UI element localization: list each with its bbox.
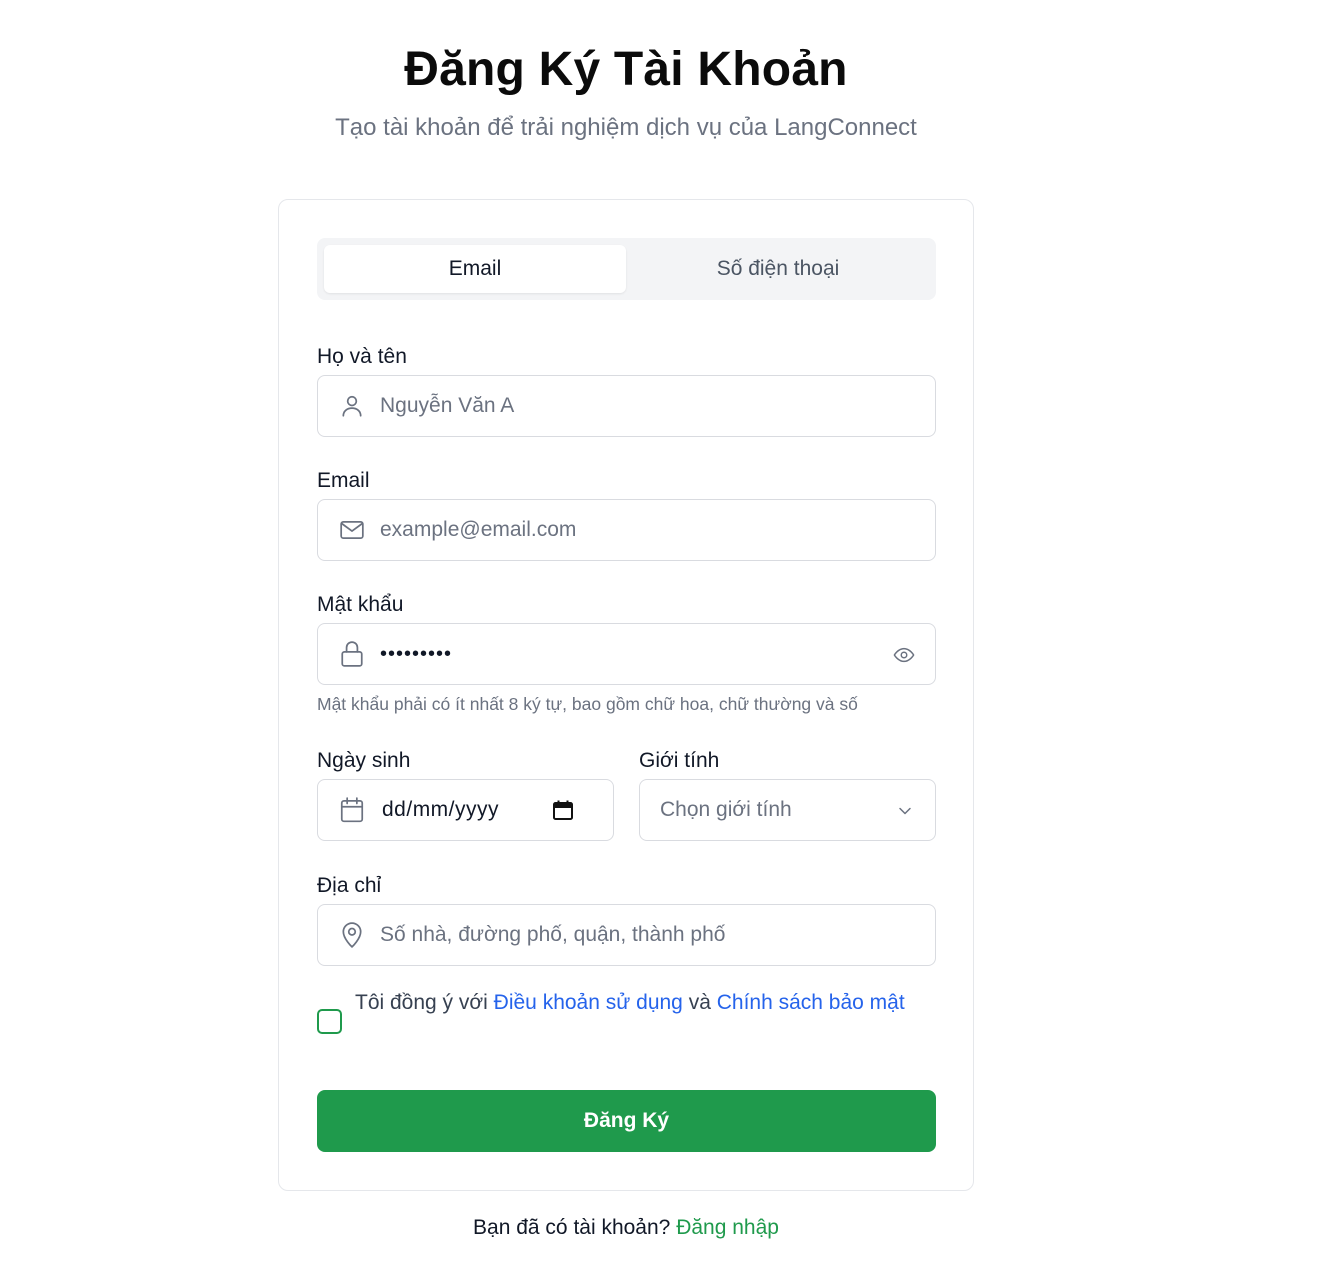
email-label: Email <box>317 469 370 492</box>
eye-icon[interactable] <box>891 642 917 668</box>
password-label: Mật khẩu <box>317 593 404 616</box>
login-prompt-text: Bạn đã có tài khoản? <box>473 1216 677 1239</box>
page-subtitle: Tạo tài khoản để trải nghiệm dịch vụ của… <box>335 114 917 141</box>
login-link[interactable]: Đăng nhập <box>676 1216 779 1239</box>
birthday-label: Ngày sinh <box>317 749 411 772</box>
full-name-input[interactable]: Nguyễn Văn A <box>317 375 936 437</box>
email-placeholder: example@email.com <box>380 518 577 541</box>
gender-label: Giới tính <box>639 749 720 772</box>
birthday-value: dd/mm/yyyy <box>382 798 500 821</box>
terms-of-use-link[interactable]: Điều khoản sử dụng <box>494 991 683 1014</box>
address-input[interactable]: Số nhà, đường phố, quận, thành phố <box>317 904 936 966</box>
mail-icon <box>338 516 366 544</box>
birthday-input[interactable]: dd/mm/yyyy <box>317 779 614 841</box>
signup-method-tabs: Email Số điện thoại <box>317 238 936 300</box>
gender-placeholder: Chọn giới tính <box>660 798 792 821</box>
map-pin-icon <box>338 921 366 949</box>
address-placeholder: Số nhà, đường phố, quận, thành phố <box>380 923 726 946</box>
register-button[interactable]: Đăng Ký <box>317 1090 936 1152</box>
calendar-icon <box>338 796 366 824</box>
terms-checkbox[interactable] <box>317 1009 342 1034</box>
address-label: Địa chỉ <box>317 874 382 897</box>
terms-prefix: Tôi đồng ý với <box>355 991 494 1014</box>
calendar-picker-icon[interactable] <box>553 800 573 820</box>
lock-icon <box>338 640 366 668</box>
chevron-down-icon <box>895 801 915 821</box>
user-icon <box>338 392 366 420</box>
login-prompt: Bạn đã có tài khoản? Đăng nhập <box>0 1216 1252 1240</box>
tab-phone[interactable]: Số điện thoại <box>627 245 929 293</box>
password-input[interactable]: ••••••••• <box>317 623 936 685</box>
password-hint: Mật khẩu phải có ít nhất 8 ký tự, bao gồ… <box>317 694 858 714</box>
terms-middle: và <box>682 991 717 1014</box>
gender-select[interactable]: Chọn giới tính <box>639 779 936 841</box>
full-name-label: Họ và tên <box>317 345 407 368</box>
terms-text: Tôi đồng ý với Điều khoản sử dụng và Chí… <box>355 987 935 1018</box>
register-card: Email Số điện thoại Họ và tên Nguyễn Văn… <box>278 199 974 1191</box>
page-title: Đăng Ký Tài Khoản <box>404 43 848 96</box>
password-value: ••••••••• <box>380 642 453 665</box>
full-name-placeholder: Nguyễn Văn A <box>380 394 515 417</box>
tab-email[interactable]: Email <box>324 245 626 293</box>
email-input[interactable]: example@email.com <box>317 499 936 561</box>
privacy-policy-link[interactable]: Chính sách bảo mật <box>717 991 905 1014</box>
